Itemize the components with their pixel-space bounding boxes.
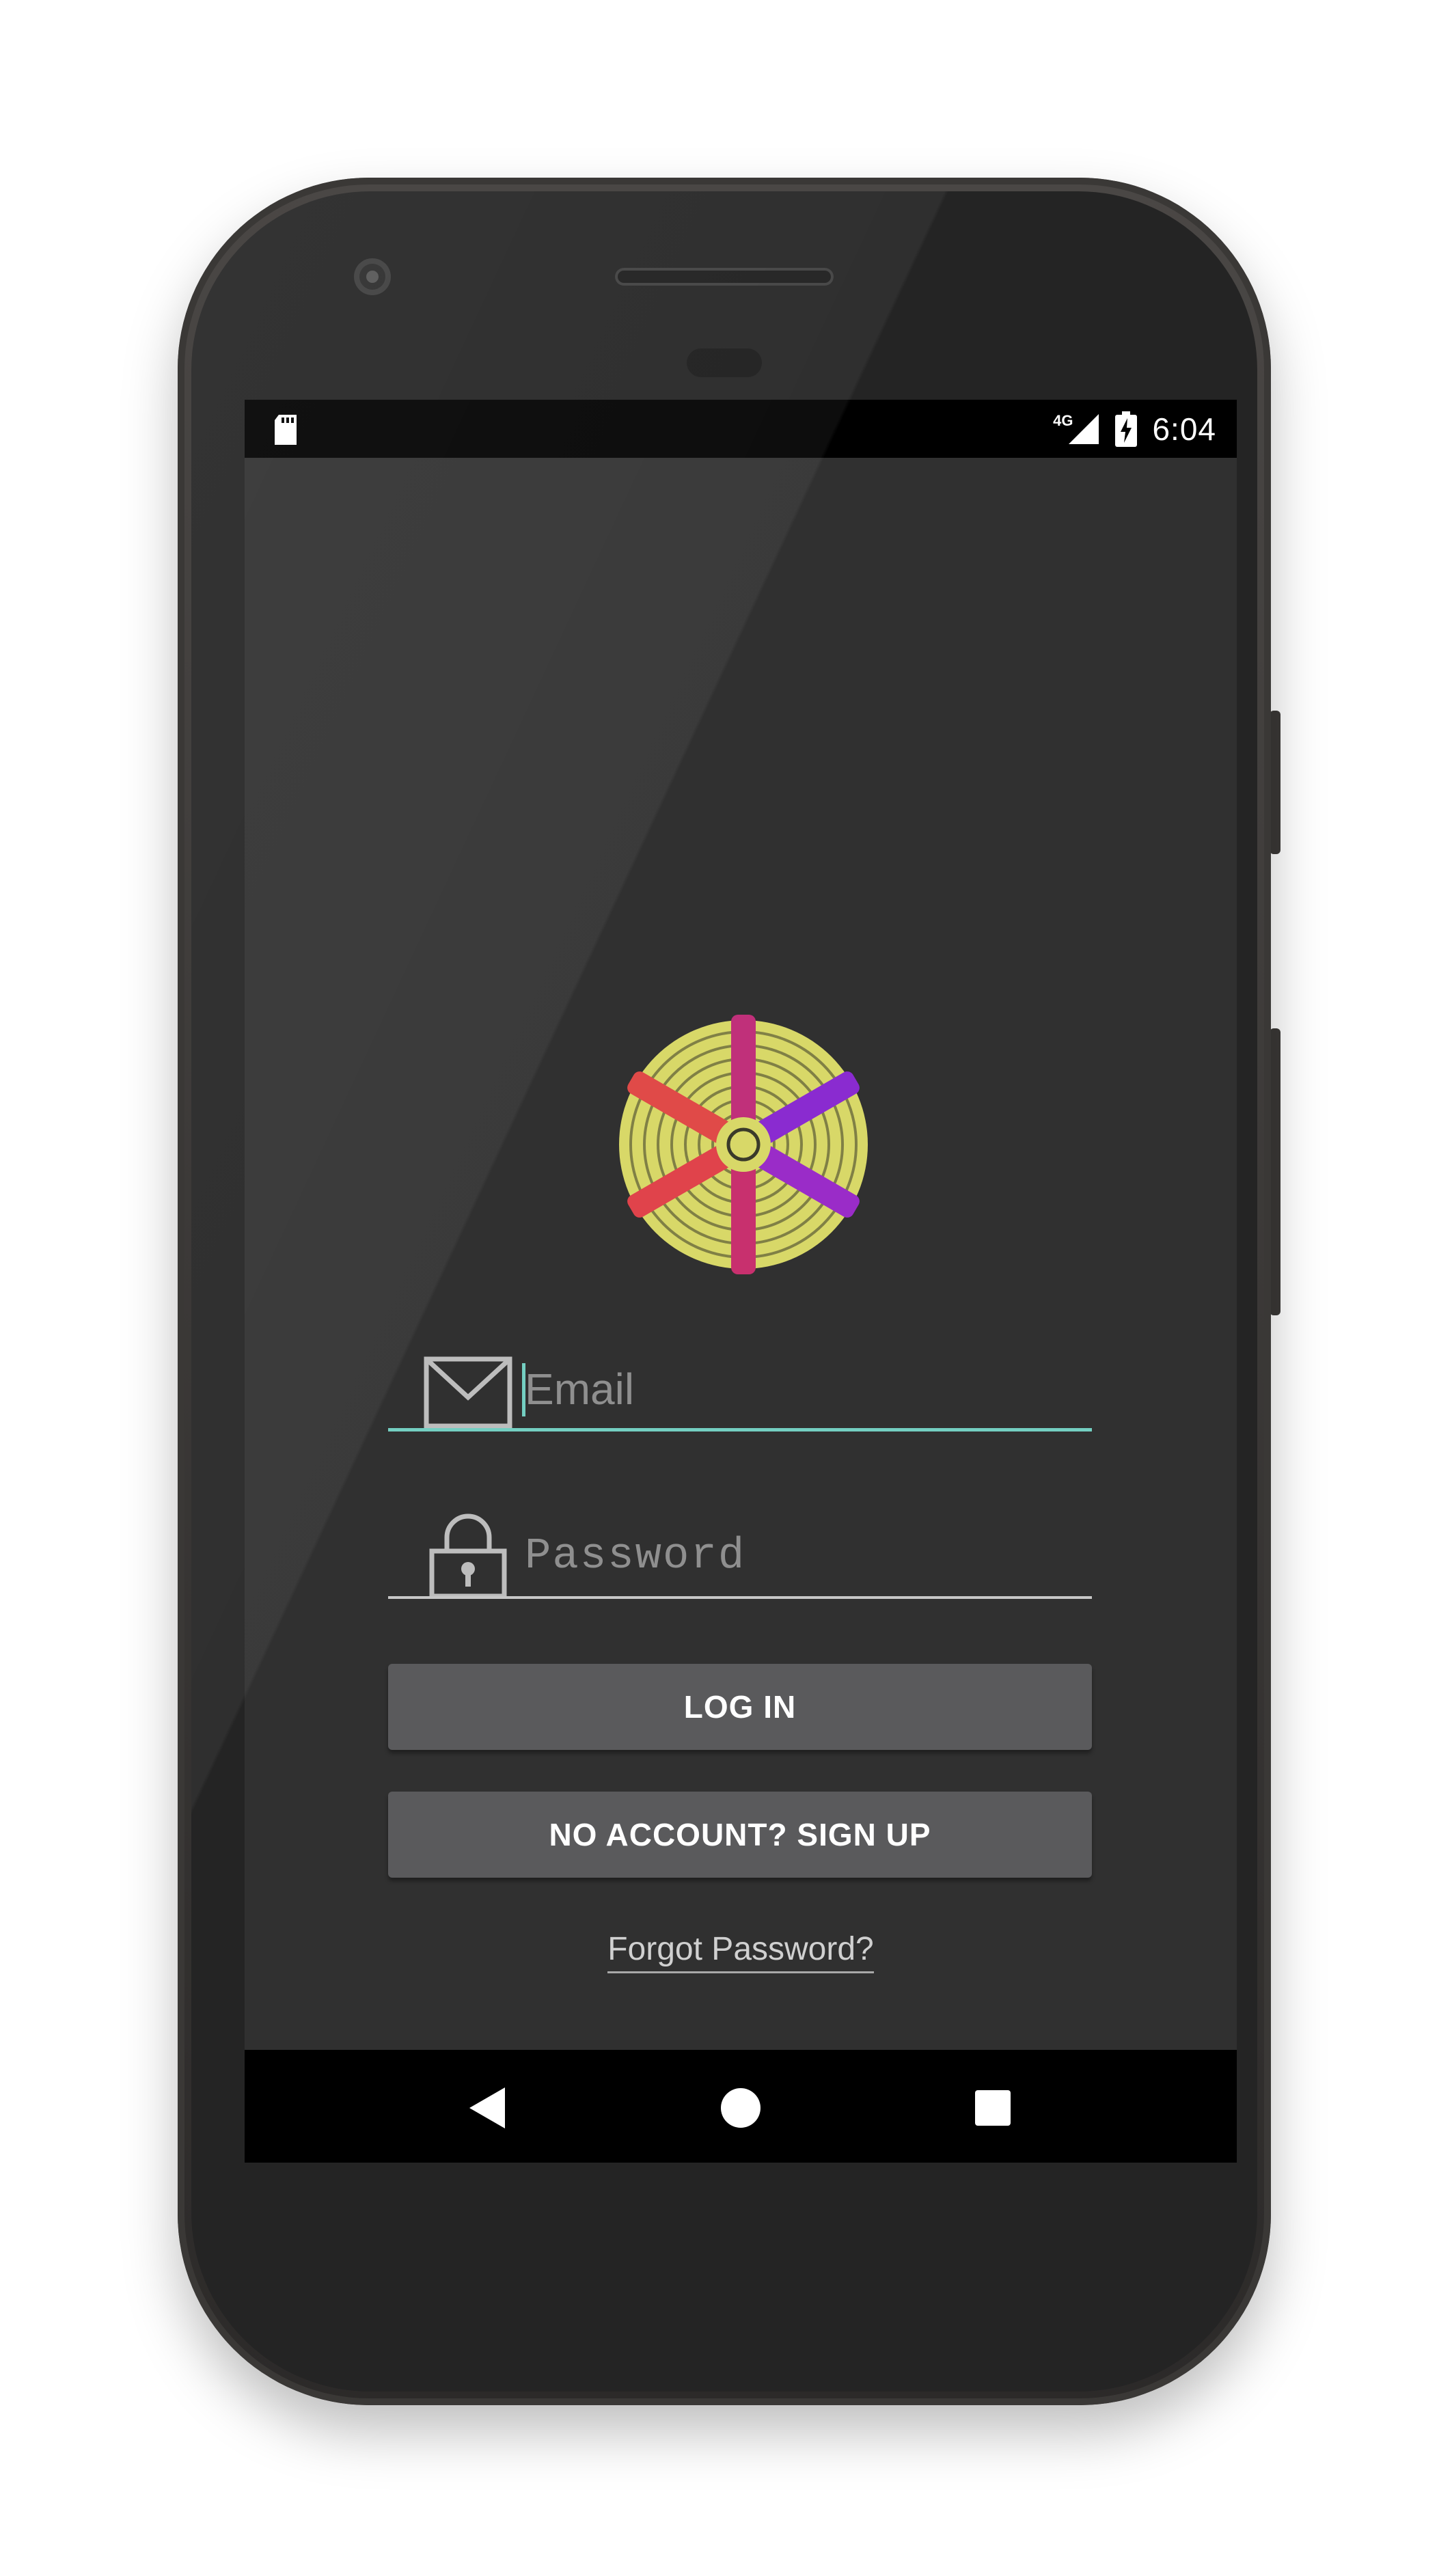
recents-button[interactable] — [955, 2070, 1030, 2146]
email-input[interactable] — [525, 1355, 1071, 1423]
recents-icon — [975, 2090, 1011, 2126]
email-underline — [388, 1428, 1092, 1431]
login-button[interactable]: LOG IN — [388, 1664, 1092, 1750]
proximity-sensor — [687, 348, 762, 377]
screenshot-stage: 4G 6:04 Email LOG IN NO ACCOUNT? SIGN UP… — [0, 0, 1452, 2576]
password-field[interactable] — [388, 1510, 1092, 1599]
email-field[interactable] — [388, 1343, 1092, 1431]
back-icon — [469, 2087, 505, 2128]
password-underline — [388, 1596, 1092, 1599]
network-type-label: 4G — [1053, 411, 1073, 429]
forgot-password-row: Forgot Password? — [245, 1930, 1237, 1973]
status-bar: 4G 6:04 — [245, 400, 1237, 458]
phone-screen: 4G 6:04 Email LOG IN NO ACCOUNT? SIGN UP… — [245, 400, 1237, 2163]
front-camera-icon — [354, 258, 391, 295]
signup-button[interactable]: NO ACCOUNT? SIGN UP — [388, 1792, 1092, 1878]
navigation-bar — [245, 2050, 1237, 2163]
lock-icon — [429, 1513, 507, 1599]
password-input[interactable] — [525, 1522, 1071, 1591]
forgot-password-link[interactable]: Forgot Password? — [607, 1931, 874, 1973]
phone-bezel: 4G 6:04 Email LOG IN NO ACCOUNT? SIGN UP… — [191, 191, 1257, 2392]
app-logo — [614, 1015, 873, 1274]
hands-circle-logo-icon — [619, 1015, 868, 1274]
power-button — [1270, 711, 1280, 854]
home-icon — [721, 2088, 761, 2128]
status-icons: 4G 6:04 — [1053, 400, 1216, 458]
sd-card-icon — [275, 415, 297, 445]
earpiece-speaker — [615, 268, 834, 286]
home-button[interactable] — [703, 2070, 778, 2146]
back-button[interactable] — [450, 2070, 525, 2146]
battery-charging-icon — [1115, 411, 1138, 447]
mail-icon — [424, 1356, 512, 1429]
phone-frame: 4G 6:04 Email LOG IN NO ACCOUNT? SIGN UP… — [178, 178, 1271, 2405]
status-clock: 6:04 — [1152, 411, 1216, 447]
volume-button — [1270, 1028, 1280, 1315]
